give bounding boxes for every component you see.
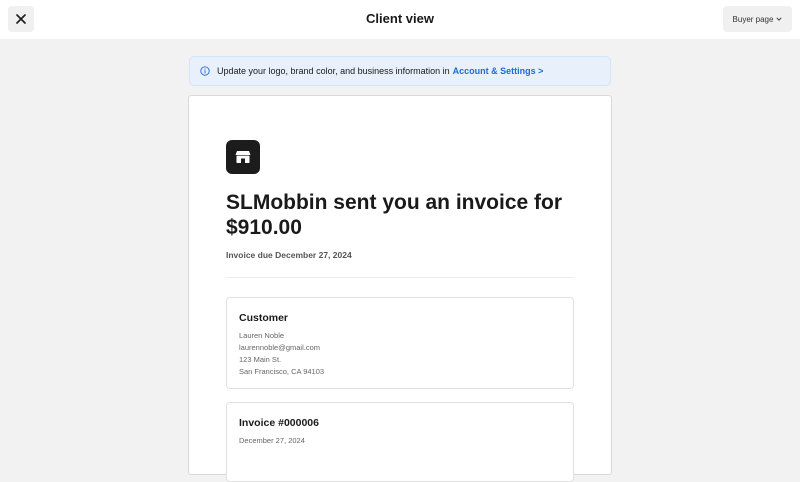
invoice-section: Invoice #000006 December 27, 2024 bbox=[226, 402, 574, 482]
invoice-number: Invoice #000006 bbox=[239, 417, 319, 429]
store-icon bbox=[235, 151, 251, 163]
buyer-page-dropdown[interactable]: Buyer page bbox=[723, 6, 792, 32]
settings-banner: Update your logo, brand color, and busin… bbox=[189, 56, 611, 86]
customer-email: laurennoble@gmail.com bbox=[239, 343, 320, 352]
customer-title: Customer bbox=[239, 312, 289, 324]
banner-text: Update your logo, brand color, and busin… bbox=[217, 66, 450, 76]
customer-city: San Francisco, CA 94103 bbox=[239, 367, 325, 376]
account-settings-link[interactable]: Account & Settings > bbox=[453, 66, 544, 76]
customer-street: 123 Main St. bbox=[239, 355, 282, 364]
top-bar: Client view Buyer page bbox=[0, 0, 800, 39]
invoice-card: SLMobbin sent you an invoice for $910.00… bbox=[188, 95, 612, 482]
invoice-date: December 27, 2024 bbox=[239, 436, 305, 445]
info-icon bbox=[200, 66, 210, 76]
customer-section: Customer Lauren Noble laurennoble@gmail.… bbox=[226, 297, 574, 389]
divider bbox=[226, 277, 574, 278]
page-title: Client view bbox=[366, 11, 434, 26]
invoice-due-date: Invoice due December 27, 2024 bbox=[226, 250, 352, 260]
business-logo bbox=[226, 140, 260, 174]
buyer-page-label: Buyer page bbox=[732, 14, 774, 24]
invoice-headline: SLMobbin sent you an invoice for $910.00 bbox=[226, 191, 563, 239]
customer-name: Lauren Noble bbox=[239, 331, 285, 340]
chevron-down-icon bbox=[776, 17, 782, 21]
